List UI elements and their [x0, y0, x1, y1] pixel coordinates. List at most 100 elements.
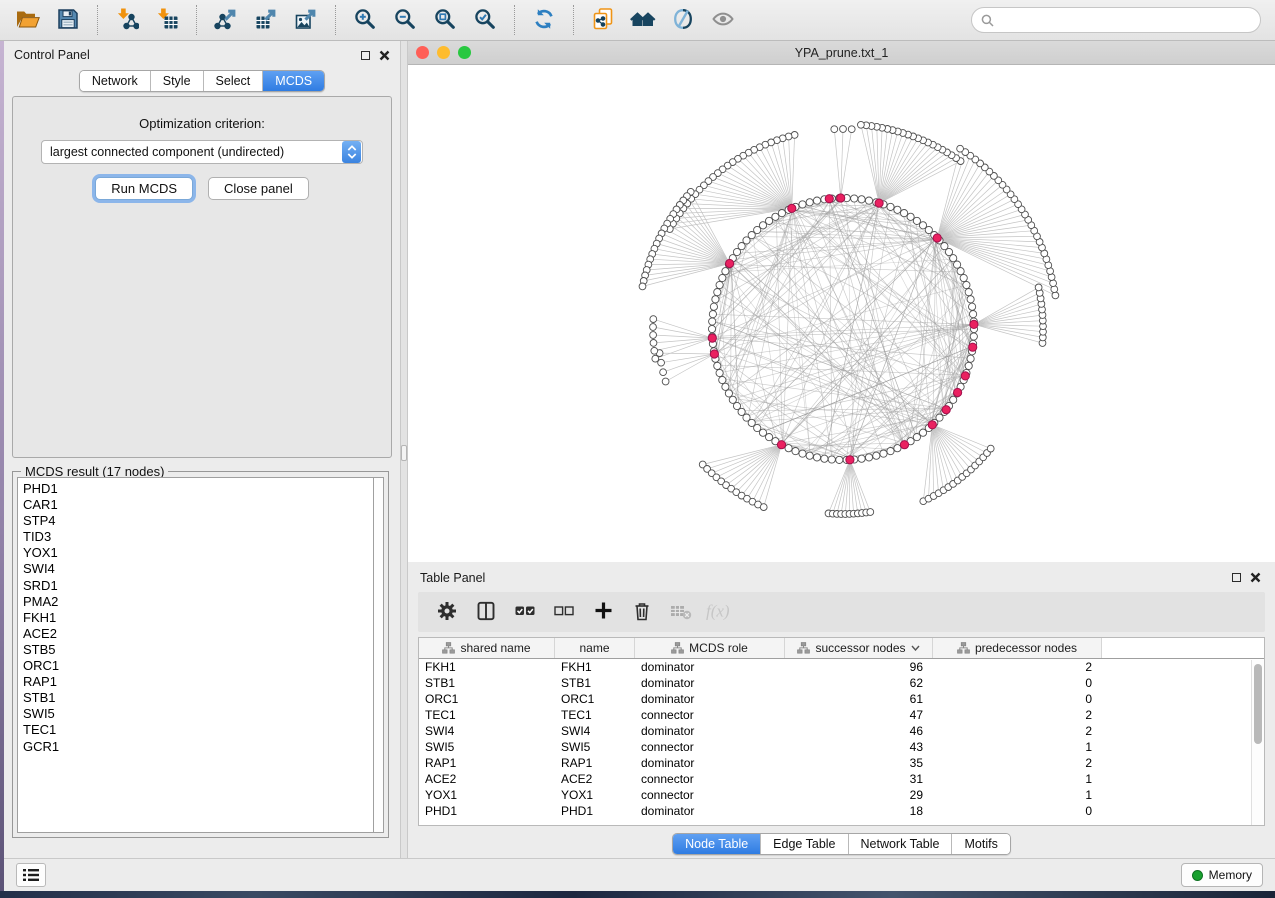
- column-header-mcds-role[interactable]: MCDS role: [635, 638, 785, 658]
- table-cell[interactable]: 29: [785, 787, 933, 803]
- table-cell[interactable]: 2: [933, 723, 1102, 739]
- table-row[interactable]: ACE2ACE2connector311: [419, 771, 1264, 787]
- table-cell[interactable]: connector: [635, 787, 785, 803]
- table-cell[interactable]: ACE2: [419, 771, 555, 787]
- table-row[interactable]: FKH1FKH1dominator962: [419, 659, 1264, 675]
- tab-mcds[interactable]: MCDS: [263, 71, 324, 91]
- node-table[interactable]: shared namenameMCDS rolesuccessor nodesp…: [418, 637, 1265, 826]
- table-cell[interactable]: connector: [635, 771, 785, 787]
- mcds-node-item[interactable]: YOX1: [23, 545, 373, 561]
- refresh-view-button[interactable]: [526, 4, 562, 36]
- vertical-splitter[interactable]: [400, 41, 408, 858]
- table-cell[interactable]: RAP1: [419, 755, 555, 771]
- criterion-select[interactable]: largest connected component (undirected): [41, 140, 363, 164]
- table-cell[interactable]: TEC1: [555, 707, 635, 723]
- table-cell[interactable]: ORC1: [555, 691, 635, 707]
- show-hide-panels-button[interactable]: [705, 4, 741, 36]
- table-cell[interactable]: 96: [785, 659, 933, 675]
- table-cell[interactable]: 2: [933, 707, 1102, 723]
- mcds-node-item[interactable]: PHD1: [23, 481, 373, 497]
- table-cell[interactable]: dominator: [635, 675, 785, 691]
- network-view-canvas[interactable]: [408, 65, 1275, 562]
- table-cell[interactable]: dominator: [635, 755, 785, 771]
- import-table-button[interactable]: [149, 4, 185, 36]
- table-cell[interactable]: 0: [933, 803, 1102, 819]
- window-close-button[interactable]: [416, 46, 429, 59]
- float-table-panel-icon[interactable]: [1232, 573, 1241, 582]
- search-input[interactable]: [999, 13, 1251, 27]
- table-scrollbar-thumb[interactable]: [1254, 664, 1262, 744]
- column-header-name[interactable]: name: [555, 638, 635, 658]
- table-row[interactable]: TEC1TEC1connector472: [419, 707, 1264, 723]
- table-cell[interactable]: SWI4: [555, 723, 635, 739]
- mcds-node-item[interactable]: STB1: [23, 690, 373, 706]
- window-minimize-button[interactable]: [437, 46, 450, 59]
- table-row[interactable]: ORC1ORC1dominator610: [419, 691, 1264, 707]
- mcds-node-item[interactable]: SWI4: [23, 561, 373, 577]
- zoom-out-button[interactable]: [387, 4, 423, 36]
- table-cell[interactable]: 43: [785, 739, 933, 755]
- table-cell[interactable]: YOX1: [419, 787, 555, 803]
- column-header-predecessor-nodes[interactable]: predecessor nodes: [933, 638, 1102, 658]
- save-session-button[interactable]: [50, 4, 86, 36]
- table-cell[interactable]: 62: [785, 675, 933, 691]
- table-cell[interactable]: STB1: [555, 675, 635, 691]
- table-row[interactable]: STB1STB1dominator620: [419, 675, 1264, 691]
- delete-row-button[interactable]: [627, 597, 657, 627]
- close-panel-icon[interactable]: [379, 50, 390, 61]
- mcds-result-list[interactable]: PHD1CAR1STP4TID3YOX1SWI4SRD1PMA2FKH1ACE2…: [17, 477, 373, 833]
- mcds-node-item[interactable]: CAR1: [23, 497, 373, 513]
- mcds-node-item[interactable]: GCR1: [23, 739, 373, 755]
- close-table-panel-icon[interactable]: [1250, 572, 1261, 583]
- close-panel-button[interactable]: Close panel: [208, 177, 309, 200]
- table-cell[interactable]: dominator: [635, 691, 785, 707]
- table-cell[interactable]: 31: [785, 771, 933, 787]
- column-header-successor-nodes[interactable]: successor nodes: [785, 638, 933, 658]
- search-box[interactable]: [971, 7, 1261, 33]
- table-cell[interactable]: connector: [635, 707, 785, 723]
- clone-network-button[interactable]: [585, 4, 621, 36]
- table-cell[interactable]: 1: [933, 771, 1102, 787]
- table-cell[interactable]: RAP1: [555, 755, 635, 771]
- table-cell[interactable]: FKH1: [419, 659, 555, 675]
- table-cell[interactable]: 46: [785, 723, 933, 739]
- splitter-handle[interactable]: [401, 445, 407, 461]
- mcds-node-item[interactable]: SRD1: [23, 578, 373, 594]
- select-all-checkboxes-button[interactable]: [510, 597, 540, 627]
- import-network-button[interactable]: [109, 4, 145, 36]
- float-panel-icon[interactable]: [361, 51, 370, 60]
- table-cell[interactable]: dominator: [635, 659, 785, 675]
- mcds-scrollbar[interactable]: [373, 477, 384, 833]
- table-options-button[interactable]: [432, 597, 462, 627]
- show-columns-button[interactable]: [471, 597, 501, 627]
- open-file-button[interactable]: [10, 4, 46, 36]
- deselect-all-checkboxes-button[interactable]: [549, 597, 579, 627]
- tab-select[interactable]: Select: [204, 71, 264, 91]
- table-cell[interactable]: PHD1: [555, 803, 635, 819]
- add-row-button[interactable]: [588, 597, 618, 627]
- network-overview-button[interactable]: [625, 4, 661, 36]
- table-row[interactable]: SWI5SWI5connector431: [419, 739, 1264, 755]
- table-cell[interactable]: FKH1: [555, 659, 635, 675]
- table-cell[interactable]: STB1: [419, 675, 555, 691]
- table-cell[interactable]: 2: [933, 659, 1102, 675]
- table-cell[interactable]: ORC1: [419, 691, 555, 707]
- table-cell[interactable]: 0: [933, 691, 1102, 707]
- table-row[interactable]: RAP1RAP1dominator352: [419, 755, 1264, 771]
- table-cell[interactable]: 1: [933, 739, 1102, 755]
- table-cell[interactable]: SWI5: [555, 739, 635, 755]
- memory-button[interactable]: Memory: [1181, 863, 1263, 887]
- zoom-fit-button[interactable]: [427, 4, 463, 36]
- mcds-node-item[interactable]: SWI5: [23, 706, 373, 722]
- column-header-shared-name[interactable]: shared name: [419, 638, 555, 658]
- table-cell[interactable]: ACE2: [555, 771, 635, 787]
- table-scrollbar[interactable]: [1251, 660, 1264, 825]
- run-mcds-button[interactable]: Run MCDS: [95, 177, 193, 200]
- table-cell[interactable]: SWI4: [419, 723, 555, 739]
- table-cell[interactable]: 35: [785, 755, 933, 771]
- table-cell[interactable]: 18: [785, 803, 933, 819]
- toggle-graphics-details-button[interactable]: [665, 4, 701, 36]
- table-cell[interactable]: 61: [785, 691, 933, 707]
- table-cell[interactable]: dominator: [635, 723, 785, 739]
- mcds-node-item[interactable]: RAP1: [23, 674, 373, 690]
